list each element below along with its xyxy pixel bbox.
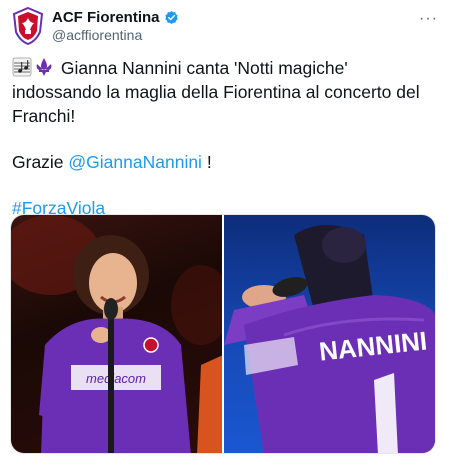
photo-singer-microphone[interactable]: mediacom [11,215,222,453]
tweet-text: Gianna Nannini canta 'Notti magiche' ind… [12,56,442,220]
display-name[interactable]: ACF Fiorentina [52,9,160,26]
musical-score-emoji [12,57,32,77]
photo-jersey-back[interactable]: NANNINI [224,215,435,453]
avatar[interactable] [12,6,44,46]
mention-link[interactable]: @GiannaNannini [68,152,202,172]
tweet-line-1: Gianna Nannini canta 'Notti magiche' ind… [12,56,442,128]
photo-jersey-illustration: NANNINI [224,225,435,453]
more-options-icon[interactable]: ··· [419,10,438,28]
tweet-line-2-suffix: ! [201,152,212,172]
photo-singer-illustration: mediacom [11,215,222,453]
tweet-line-1-text: Gianna Nannini canta 'Notti magiche' ind… [12,58,420,126]
fleur-de-lis-emoji [36,58,52,76]
tweet-line-2: Grazie @GiannaNannini ! [12,150,442,174]
media-grid: mediacom NANNINI [10,214,436,454]
jersey-front-text: mediacom [86,371,146,386]
tweet-card[interactable]: ACF Fiorentina @acffiorentina ··· Gianna… [0,0,450,467]
verified-badge-icon [164,10,178,24]
tweet-line-2-prefix: Grazie [12,152,69,172]
account-handle[interactable]: @acffiorentina [52,27,142,43]
name-row: ACF Fiorentina [52,9,179,26]
fiorentina-crest-icon [12,6,44,46]
